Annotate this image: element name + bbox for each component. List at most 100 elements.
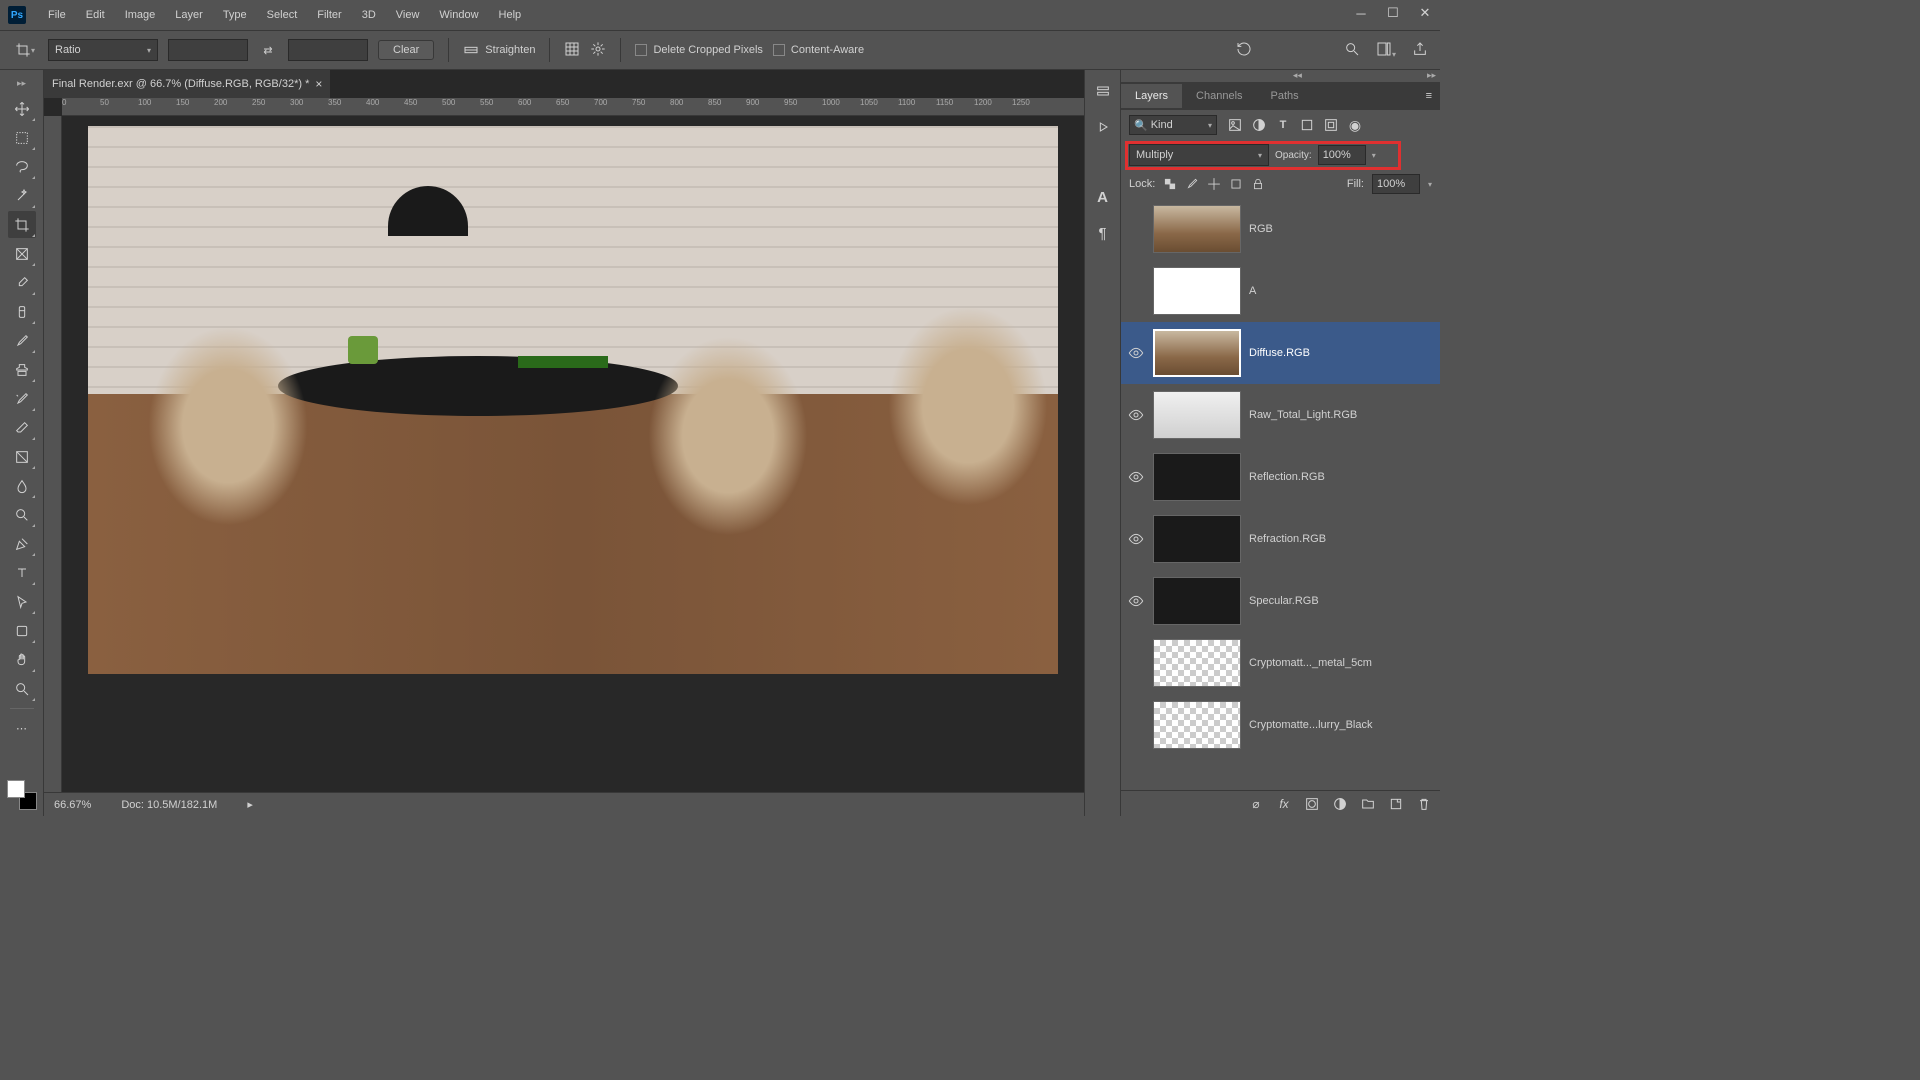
filter-shape-icon[interactable] xyxy=(1299,117,1315,133)
layer-visibility-icon[interactable] xyxy=(1127,345,1145,361)
delete-layer-icon[interactable] xyxy=(1416,796,1432,812)
pen-tool[interactable] xyxy=(8,530,36,557)
menu-filter[interactable]: Filter xyxy=(307,5,351,25)
tab-paths[interactable]: Paths xyxy=(1257,84,1313,108)
dodge-tool[interactable] xyxy=(8,501,36,528)
delete-cropped-checkbox[interactable]: Delete Cropped Pixels xyxy=(635,44,762,56)
hand-tool[interactable] xyxy=(8,646,36,673)
layer-name-label[interactable]: RGB xyxy=(1249,223,1273,235)
fill-dropdown-icon[interactable]: ▾ xyxy=(1428,180,1432,189)
layer-fx-icon[interactable]: fx xyxy=(1276,796,1292,812)
zoom-tool[interactable] xyxy=(8,675,36,702)
close-button[interactable]: ✕ xyxy=(1416,6,1434,20)
minimize-button[interactable]: ─ xyxy=(1352,6,1370,20)
straighten-icon[interactable]: Straighten xyxy=(463,42,535,58)
tab-layers[interactable]: Layers xyxy=(1121,84,1182,108)
healing-brush-tool[interactable] xyxy=(8,298,36,325)
maximize-button[interactable]: ☐ xyxy=(1384,6,1402,20)
move-tool[interactable] xyxy=(8,95,36,122)
menu-3d[interactable]: 3D xyxy=(352,5,386,25)
layer-thumbnail[interactable] xyxy=(1153,453,1241,501)
lock-transparency-icon[interactable] xyxy=(1163,177,1177,191)
swap-dimensions-button[interactable]: ⇄ xyxy=(258,44,278,57)
crop-height-input[interactable] xyxy=(288,39,368,61)
lasso-tool[interactable] xyxy=(8,153,36,180)
history-panel-icon[interactable] xyxy=(1092,80,1114,102)
menu-select[interactable]: Select xyxy=(257,5,308,25)
layer-row[interactable]: A xyxy=(1121,260,1440,322)
layer-row[interactable]: Reflection.RGB xyxy=(1121,446,1440,508)
ratio-dropdown[interactable]: Ratio▾ xyxy=(48,39,158,61)
collapse-panels-button[interactable]: ◂◂ ▸▸ xyxy=(1121,70,1440,82)
actions-panel-icon[interactable] xyxy=(1092,116,1114,138)
history-brush-tool[interactable] xyxy=(8,385,36,412)
menu-help[interactable]: Help xyxy=(489,5,532,25)
layer-name-label[interactable]: Raw_Total_Light.RGB xyxy=(1249,409,1357,421)
layer-thumbnail[interactable] xyxy=(1153,391,1241,439)
lock-pixels-icon[interactable] xyxy=(1185,177,1199,191)
content-aware-checkbox[interactable]: Content-Aware xyxy=(773,44,864,56)
menu-edit[interactable]: Edit xyxy=(76,5,115,25)
filter-pixel-icon[interactable] xyxy=(1227,117,1243,133)
crop-settings-icon[interactable] xyxy=(590,41,606,60)
layer-name-label[interactable]: Reflection.RGB xyxy=(1249,471,1325,483)
layer-mask-icon[interactable] xyxy=(1304,796,1320,812)
menu-image[interactable]: Image xyxy=(115,5,166,25)
menu-view[interactable]: View xyxy=(386,5,430,25)
layer-row[interactable]: Cryptomatte...lurry_Black xyxy=(1121,694,1440,756)
layer-visibility-icon[interactable] xyxy=(1127,407,1145,423)
share-icon[interactable] xyxy=(1412,41,1428,60)
clear-button[interactable]: Clear xyxy=(378,40,434,60)
lock-artboard-icon[interactable] xyxy=(1229,177,1243,191)
edit-toolbar-button[interactable]: ⋯ xyxy=(8,715,36,742)
layer-visibility-icon[interactable] xyxy=(1127,469,1145,485)
layer-row[interactable]: Cryptomatt..._metal_5cm xyxy=(1121,632,1440,694)
close-tab-button[interactable]: × xyxy=(315,77,322,91)
eyedropper-tool[interactable] xyxy=(8,269,36,296)
magic-wand-tool[interactable] xyxy=(8,182,36,209)
lock-all-icon[interactable] xyxy=(1251,177,1265,191)
marquee-tool[interactable] xyxy=(8,124,36,151)
brush-tool[interactable] xyxy=(8,327,36,354)
filter-toggle-icon[interactable]: ◉ xyxy=(1347,117,1363,133)
reset-icon[interactable] xyxy=(1236,41,1252,60)
menu-file[interactable]: File xyxy=(38,5,76,25)
menu-window[interactable]: Window xyxy=(429,5,488,25)
clone-stamp-tool[interactable] xyxy=(8,356,36,383)
filter-smart-icon[interactable] xyxy=(1323,117,1339,133)
layer-row[interactable]: Raw_Total_Light.RGB xyxy=(1121,384,1440,446)
layer-thumbnail[interactable] xyxy=(1153,701,1241,749)
document-tab[interactable]: Final Render.exr @ 66.7% (Diffuse.RGB, R… xyxy=(44,70,330,98)
status-arrow-icon[interactable]: ▸ xyxy=(247,798,253,811)
filter-adjustment-icon[interactable] xyxy=(1251,117,1267,133)
layer-name-label[interactable]: Cryptomatte...lurry_Black xyxy=(1249,719,1372,731)
type-tool[interactable] xyxy=(8,559,36,586)
layer-thumbnail[interactable] xyxy=(1153,639,1241,687)
zoom-level[interactable]: 66.67% xyxy=(54,799,91,811)
layer-name-label[interactable]: A xyxy=(1249,285,1256,297)
adjustment-layer-icon[interactable] xyxy=(1332,796,1348,812)
layer-thumbnail[interactable] xyxy=(1153,515,1241,563)
color-swatches[interactable] xyxy=(7,780,37,810)
layer-row[interactable]: Refraction.RGB xyxy=(1121,508,1440,570)
eraser-tool[interactable] xyxy=(8,414,36,441)
fill-input[interactable]: 100% xyxy=(1372,174,1420,194)
menu-type[interactable]: Type xyxy=(213,5,257,25)
frame-tool[interactable] xyxy=(8,240,36,267)
lock-position-icon[interactable] xyxy=(1207,177,1221,191)
filter-type-icon[interactable]: T xyxy=(1275,117,1291,133)
blur-tool[interactable] xyxy=(8,472,36,499)
layer-thumbnail[interactable] xyxy=(1153,329,1241,377)
menu-layer[interactable]: Layer xyxy=(165,5,213,25)
path-selection-tool[interactable] xyxy=(8,588,36,615)
layer-row[interactable]: RGB xyxy=(1121,198,1440,260)
paragraph-panel-icon[interactable]: ¶ xyxy=(1092,222,1114,244)
layer-name-label[interactable]: Refraction.RGB xyxy=(1249,533,1326,545)
layer-row[interactable]: Specular.RGB xyxy=(1121,570,1440,632)
layer-name-label[interactable]: Cryptomatt..._metal_5cm xyxy=(1249,657,1372,669)
layer-thumbnail[interactable] xyxy=(1153,577,1241,625)
group-layers-icon[interactable] xyxy=(1360,796,1376,812)
character-panel-icon[interactable]: A xyxy=(1092,186,1114,208)
layer-name-label[interactable]: Diffuse.RGB xyxy=(1249,347,1310,359)
layer-row[interactable]: Diffuse.RGB xyxy=(1121,322,1440,384)
